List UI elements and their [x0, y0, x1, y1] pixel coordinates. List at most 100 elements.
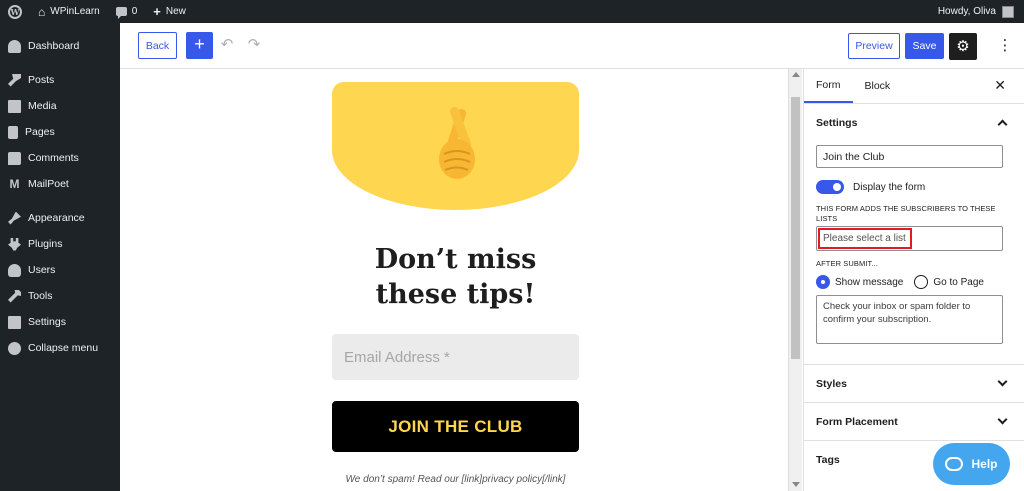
site-name-link[interactable]: ⌂ WPinLearn: [30, 0, 108, 23]
chevron-down-icon: [997, 376, 1008, 387]
comment-count: 0: [131, 6, 138, 17]
sidebar-item-settings[interactable]: Settings: [0, 309, 120, 335]
tab-form[interactable]: Form: [804, 69, 853, 103]
join-club-button[interactable]: JOIN THE CLUB: [332, 401, 579, 452]
form-name-field[interactable]: Join the Club: [816, 145, 1003, 168]
styles-section[interactable]: Styles: [804, 364, 1024, 402]
sidebar-item-dashboard[interactable]: Dashboard: [0, 33, 120, 59]
canvas-scrollbar[interactable]: [788, 69, 802, 491]
show-message-label: Show message: [835, 276, 904, 288]
wordpress-logo-button[interactable]: W: [0, 0, 30, 23]
site-name: WPinLearn: [50, 6, 100, 17]
display-form-toggle[interactable]: [816, 180, 844, 194]
sidebar-item-label: Dashboard: [28, 40, 80, 52]
admin-sidebar: Dashboard Posts Media Pages Comments M M…: [0, 23, 120, 491]
help-button[interactable]: Help: [933, 443, 1010, 485]
sidebar-item-plugins[interactable]: Plugins: [0, 231, 120, 257]
pin-icon: [8, 73, 21, 87]
success-message-field[interactable]: Check your inbox or spam folder to confi…: [816, 295, 1003, 344]
settings-section: Join the Club Display the form THIS FORM…: [804, 145, 1024, 344]
collapse-icon: [8, 341, 21, 355]
chat-icon: [945, 457, 964, 471]
pages-icon: [8, 125, 18, 139]
scroll-up-icon[interactable]: [792, 72, 800, 77]
scroll-down-icon[interactable]: [792, 482, 800, 487]
list-select-field[interactable]: Please select a list: [816, 226, 1003, 251]
wrench-icon: [8, 289, 21, 303]
sidebar-item-comments[interactable]: Comments: [0, 145, 120, 171]
go-to-page-label: Go to Page: [933, 276, 984, 288]
undo-icon[interactable]: ↶: [217, 35, 237, 55]
redo-icon[interactable]: ↷: [244, 35, 264, 55]
tags-title: Tags: [816, 453, 840, 466]
styles-title: Styles: [816, 377, 847, 390]
sidebar-item-label: Tools: [28, 290, 53, 302]
chevron-down-icon: [997, 414, 1008, 425]
settings-title: Settings: [816, 116, 858, 129]
sidebar-item-label: Comments: [28, 152, 79, 164]
sidebar-item-posts[interactable]: Posts: [0, 67, 120, 93]
sidebar-item-label: Plugins: [28, 238, 63, 250]
comment-icon: [115, 7, 127, 19]
sidebar-item-appearance[interactable]: Appearance: [0, 205, 120, 231]
user-icon: [8, 263, 21, 277]
form-heading[interactable]: Don’t miss these tips!: [332, 242, 579, 312]
tab-block[interactable]: Block: [853, 69, 903, 103]
placement-title: Form Placement: [816, 415, 898, 428]
panel-tabs: Form Block ✕: [804, 69, 1024, 104]
brush-icon: [8, 211, 21, 225]
go-to-page-radio[interactable]: [914, 275, 929, 289]
howdy-text: Howdy, Oliva: [937, 6, 996, 17]
gear-icon[interactable]: ⚙: [949, 33, 977, 60]
settings-panel: Form Block ✕ Settings Join the Club Disp…: [803, 69, 1024, 491]
sidebar-item-media[interactable]: Media: [0, 93, 120, 119]
scroll-thumb[interactable]: [791, 97, 800, 359]
settings-section-header[interactable]: Settings: [804, 104, 1024, 141]
styles-section-header[interactable]: Styles: [804, 365, 1024, 402]
placement-section-header[interactable]: Form Placement: [804, 403, 1024, 440]
sidebar-item-label: Users: [28, 264, 56, 276]
dashboard-icon: [8, 39, 21, 53]
sidebar-item-collapse[interactable]: Collapse menu: [0, 335, 120, 361]
avatar: [1002, 5, 1014, 18]
mailpoet-icon: M: [9, 176, 20, 191]
add-block-button[interactable]: +: [186, 32, 213, 59]
sidebar-item-mailpoet[interactable]: M MailPoet: [0, 171, 120, 197]
plugin-icon: [8, 237, 21, 251]
sidebar-item-label: Pages: [25, 126, 55, 138]
sidebar-item-users[interactable]: Users: [0, 257, 120, 283]
close-icon[interactable]: ✕: [994, 77, 1006, 94]
comments-icon: [8, 151, 21, 165]
media-icon: [8, 99, 21, 113]
settings-icon: [8, 315, 21, 329]
placement-section[interactable]: Form Placement: [804, 402, 1024, 440]
preview-button[interactable]: Preview: [848, 33, 900, 59]
back-button[interactable]: Back: [138, 32, 177, 59]
home-icon: ⌂: [38, 4, 46, 19]
new-content-link[interactable]: + New: [145, 0, 194, 23]
account-menu[interactable]: Howdy, Oliva: [937, 5, 1024, 18]
comments-link[interactable]: 0: [108, 0, 146, 23]
crossed-fingers-icon: [439, 106, 475, 179]
list-select-placeholder: Please select a list: [818, 228, 912, 249]
display-form-row: Display the form: [816, 180, 1012, 194]
sidebar-item-label: MailPoet: [28, 178, 69, 190]
chevron-up-icon: [997, 119, 1008, 129]
privacy-note[interactable]: We don’t spam! Read our [link]privacy po…: [332, 474, 579, 485]
form-header-image[interactable]: [332, 82, 579, 210]
show-message-radio[interactable]: [816, 275, 830, 289]
sidebar-item-pages[interactable]: Pages: [0, 119, 120, 145]
sidebar-item-label: Posts: [28, 74, 55, 86]
lists-label: THIS FORM ADDS THE SUBSCRIBERS TO THESE …: [816, 204, 996, 223]
sidebar-item-label: Media: [28, 100, 57, 112]
plus-icon: +: [153, 4, 161, 19]
email-field[interactable]: Email Address *: [332, 334, 579, 380]
after-submit-label: AFTER SUBMIT...: [816, 259, 878, 268]
editor-toolbar: Back + ↶ ↷ Preview Save ⚙ ⋮: [120, 23, 1024, 69]
after-submit-options: Show message Go to Page: [816, 275, 1012, 289]
sidebar-item-label: Collapse menu: [28, 342, 99, 354]
save-button[interactable]: Save: [905, 33, 944, 59]
more-options-icon[interactable]: ⋮: [995, 35, 1015, 57]
sidebar-item-tools[interactable]: Tools: [0, 283, 120, 309]
sidebar-item-label: Settings: [28, 316, 66, 328]
